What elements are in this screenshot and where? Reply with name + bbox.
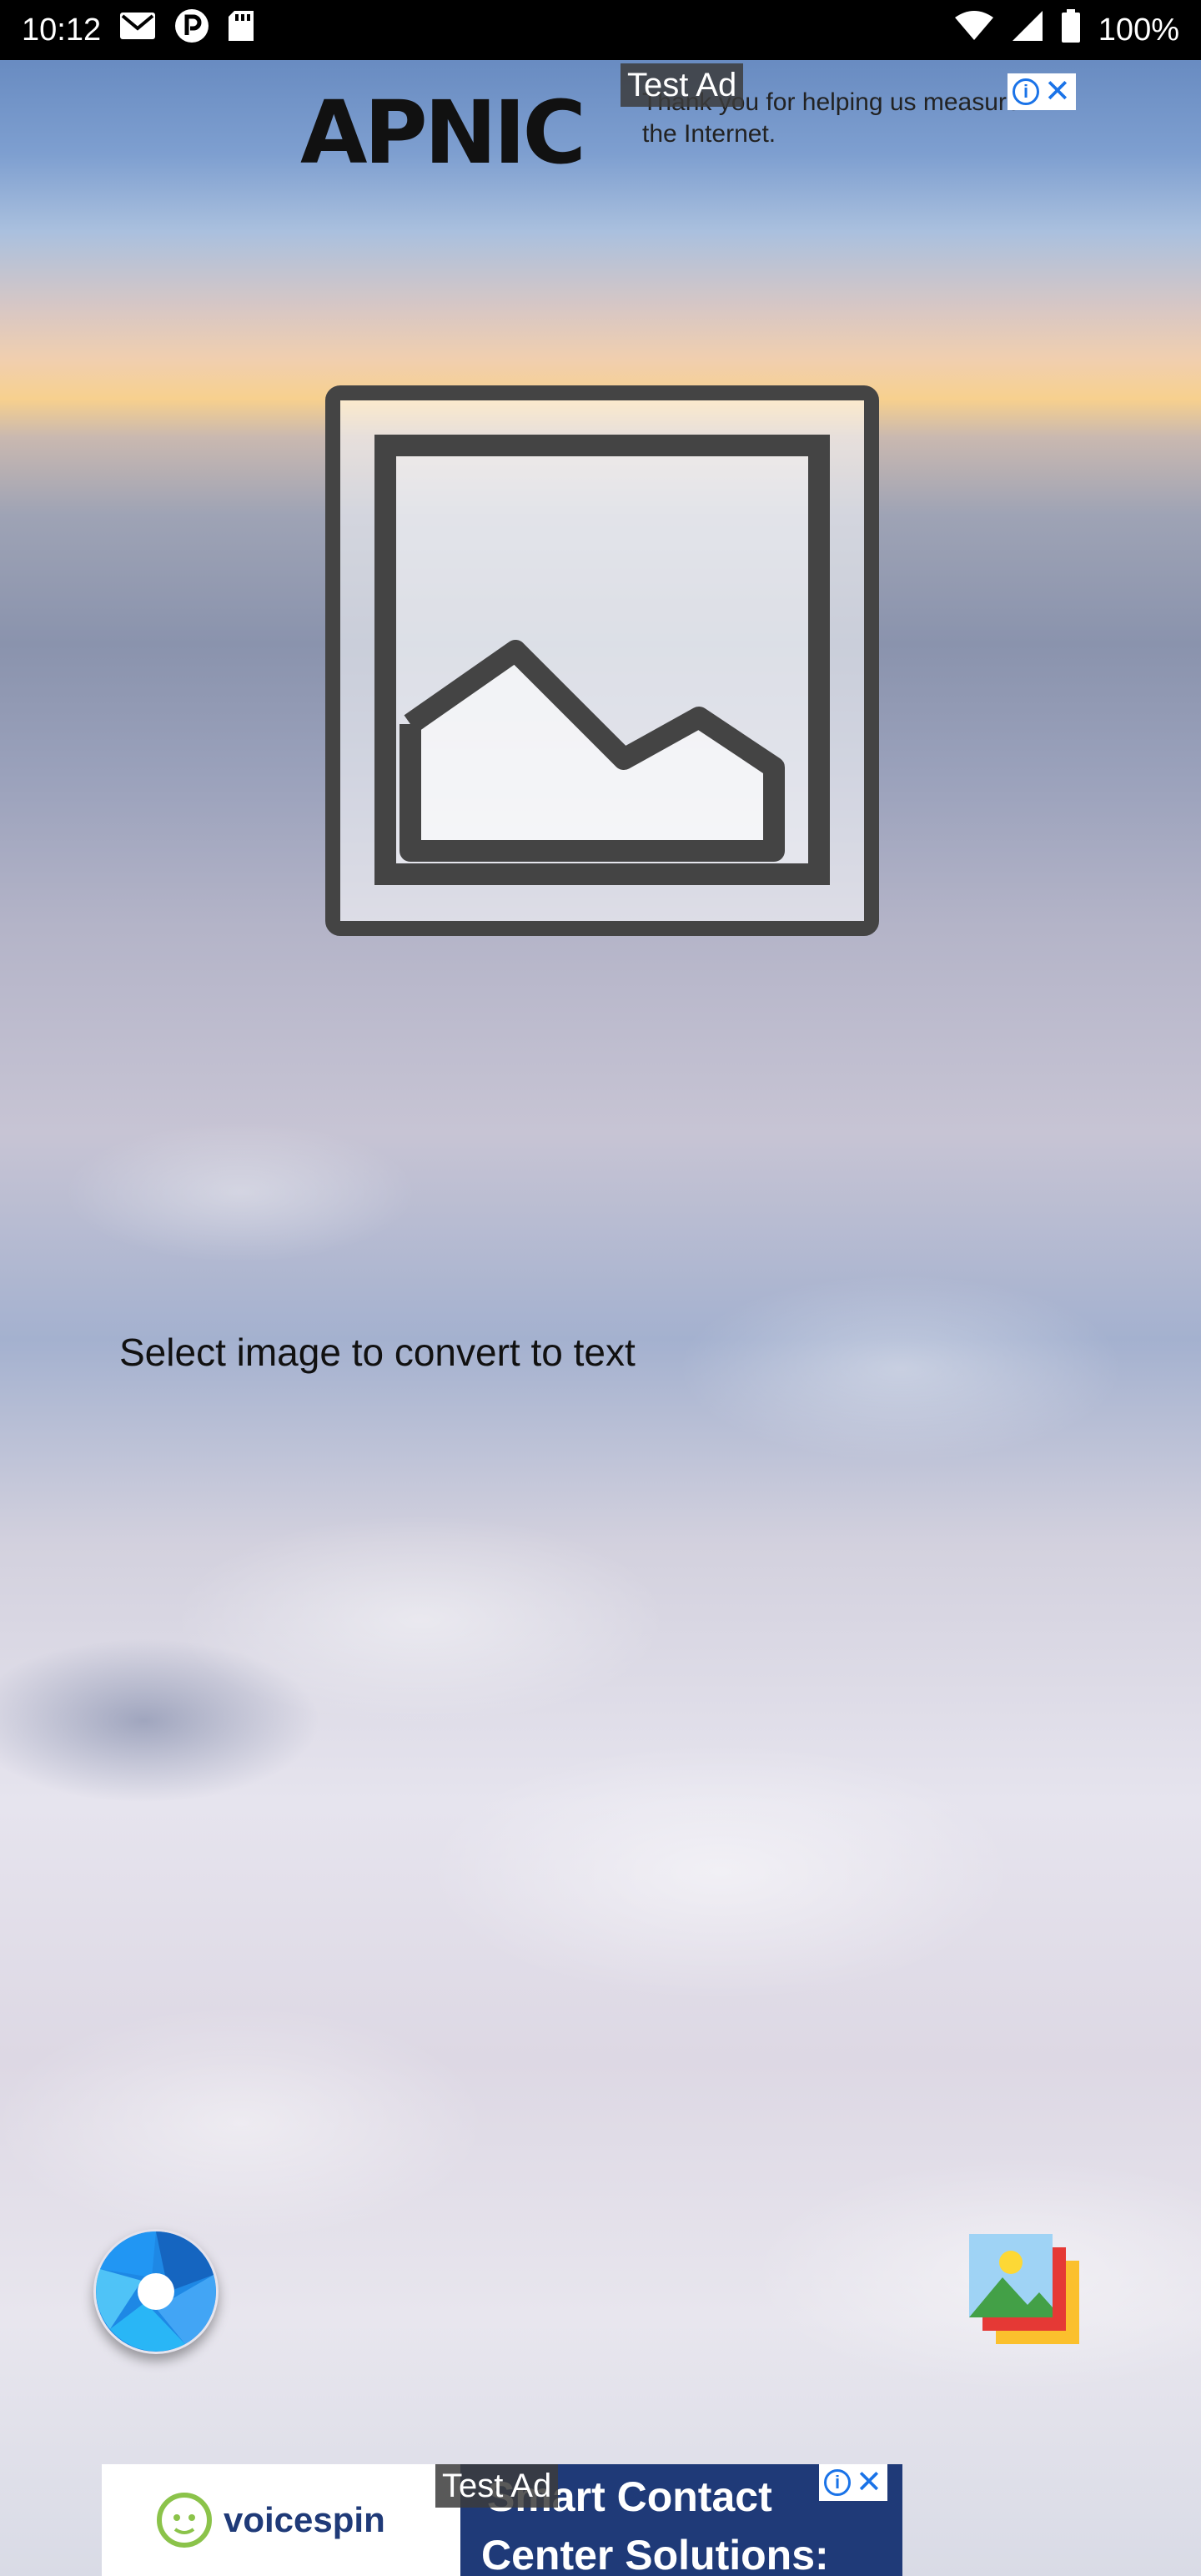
ad-info-icon[interactable]: i	[824, 2469, 851, 2496]
gallery-button[interactable]	[962, 2226, 1088, 2351]
close-icon[interactable]: ✕	[1044, 76, 1071, 108]
select-image-prompt: Select image to convert to text	[119, 1331, 636, 1374]
voicespin-face-icon	[157, 2493, 212, 2548]
voicespin-brand: voicespin	[224, 2500, 385, 2539]
ad-choices[interactable]: i ✕	[1008, 73, 1076, 110]
top-ad-banner[interactable]: APNIC Thank you for helping us measure t…	[300, 63, 1093, 184]
ad-choices[interactable]: i ✕	[819, 2464, 887, 2501]
battery-percent: 100%	[1098, 12, 1179, 48]
image-preview[interactable]	[325, 385, 879, 936]
sd-card-icon	[228, 10, 254, 50]
image-placeholder-icon	[374, 435, 830, 885]
ad-info-icon[interactable]: i	[1013, 78, 1039, 105]
battery-icon	[1061, 9, 1080, 51]
signal-icon	[1012, 10, 1043, 50]
test-ad-label: Test Ad	[621, 63, 744, 107]
voicespin-logo: voicespin	[102, 2464, 460, 2576]
gmail-icon	[119, 12, 156, 48]
pandora-icon	[174, 8, 209, 52]
top-ad-text-line2: the Internet.	[642, 120, 776, 148]
wifi-icon	[954, 11, 993, 49]
gallery-icon	[969, 2234, 1079, 2344]
status-time: 10:12	[22, 12, 102, 48]
apnic-logo: APNIC	[300, 82, 586, 184]
camera-shutter-icon	[96, 2231, 216, 2352]
close-icon[interactable]: ✕	[856, 2467, 882, 2498]
bottom-ad-subheadline: Center Solutions:	[481, 2532, 829, 2576]
bottom-ad-banner[interactable]: voicespin Smart Contact Center Solutions…	[102, 2464, 902, 2576]
camera-button[interactable]	[93, 2229, 219, 2354]
status-bar: 10:12 100%	[0, 0, 1201, 60]
test-ad-label: Test Ad	[435, 2464, 559, 2508]
